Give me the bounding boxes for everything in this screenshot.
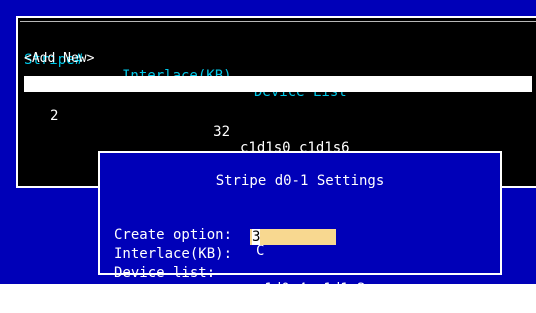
add-new-item[interactable]: <Add New> bbox=[24, 52, 94, 66]
interlace-input[interactable]: 3 bbox=[250, 229, 336, 245]
stripe-interlace: 32 bbox=[213, 124, 230, 140]
panel-divider bbox=[20, 21, 536, 22]
stripe-number: 2 bbox=[50, 108, 59, 124]
stripe-row-2[interactable]: 2 32 c1d1s0 c1d1s6 bbox=[24, 92, 532, 156]
dialog-title: Stripe d0-1 Settings bbox=[215, 173, 385, 189]
device-list-field[interactable]: Device list: c1d0s4 c1d1s2 bbox=[114, 249, 366, 313]
create-option-value[interactable]: C bbox=[256, 243, 264, 259]
interlace-input-value: 3 bbox=[252, 229, 261, 245]
stripe-interlace: 16 bbox=[213, 108, 230, 124]
stripe-settings-dialog: Stripe d0-1 Settings Create option: C In… bbox=[98, 151, 502, 297]
device-list-value[interactable]: c1d0s4 c1d1s2 bbox=[256, 281, 366, 297]
terminal-screen: Stripe# Interlace(KB) Device List <Add N… bbox=[0, 0, 536, 297]
device-list-label: Device list: bbox=[114, 265, 216, 281]
stripe-devices: c1d0s4 c1d1s2 bbox=[240, 124, 350, 140]
stripe-row-1[interactable]: 1 16 c1d0s4 c1d1s2 bbox=[24, 76, 532, 140]
